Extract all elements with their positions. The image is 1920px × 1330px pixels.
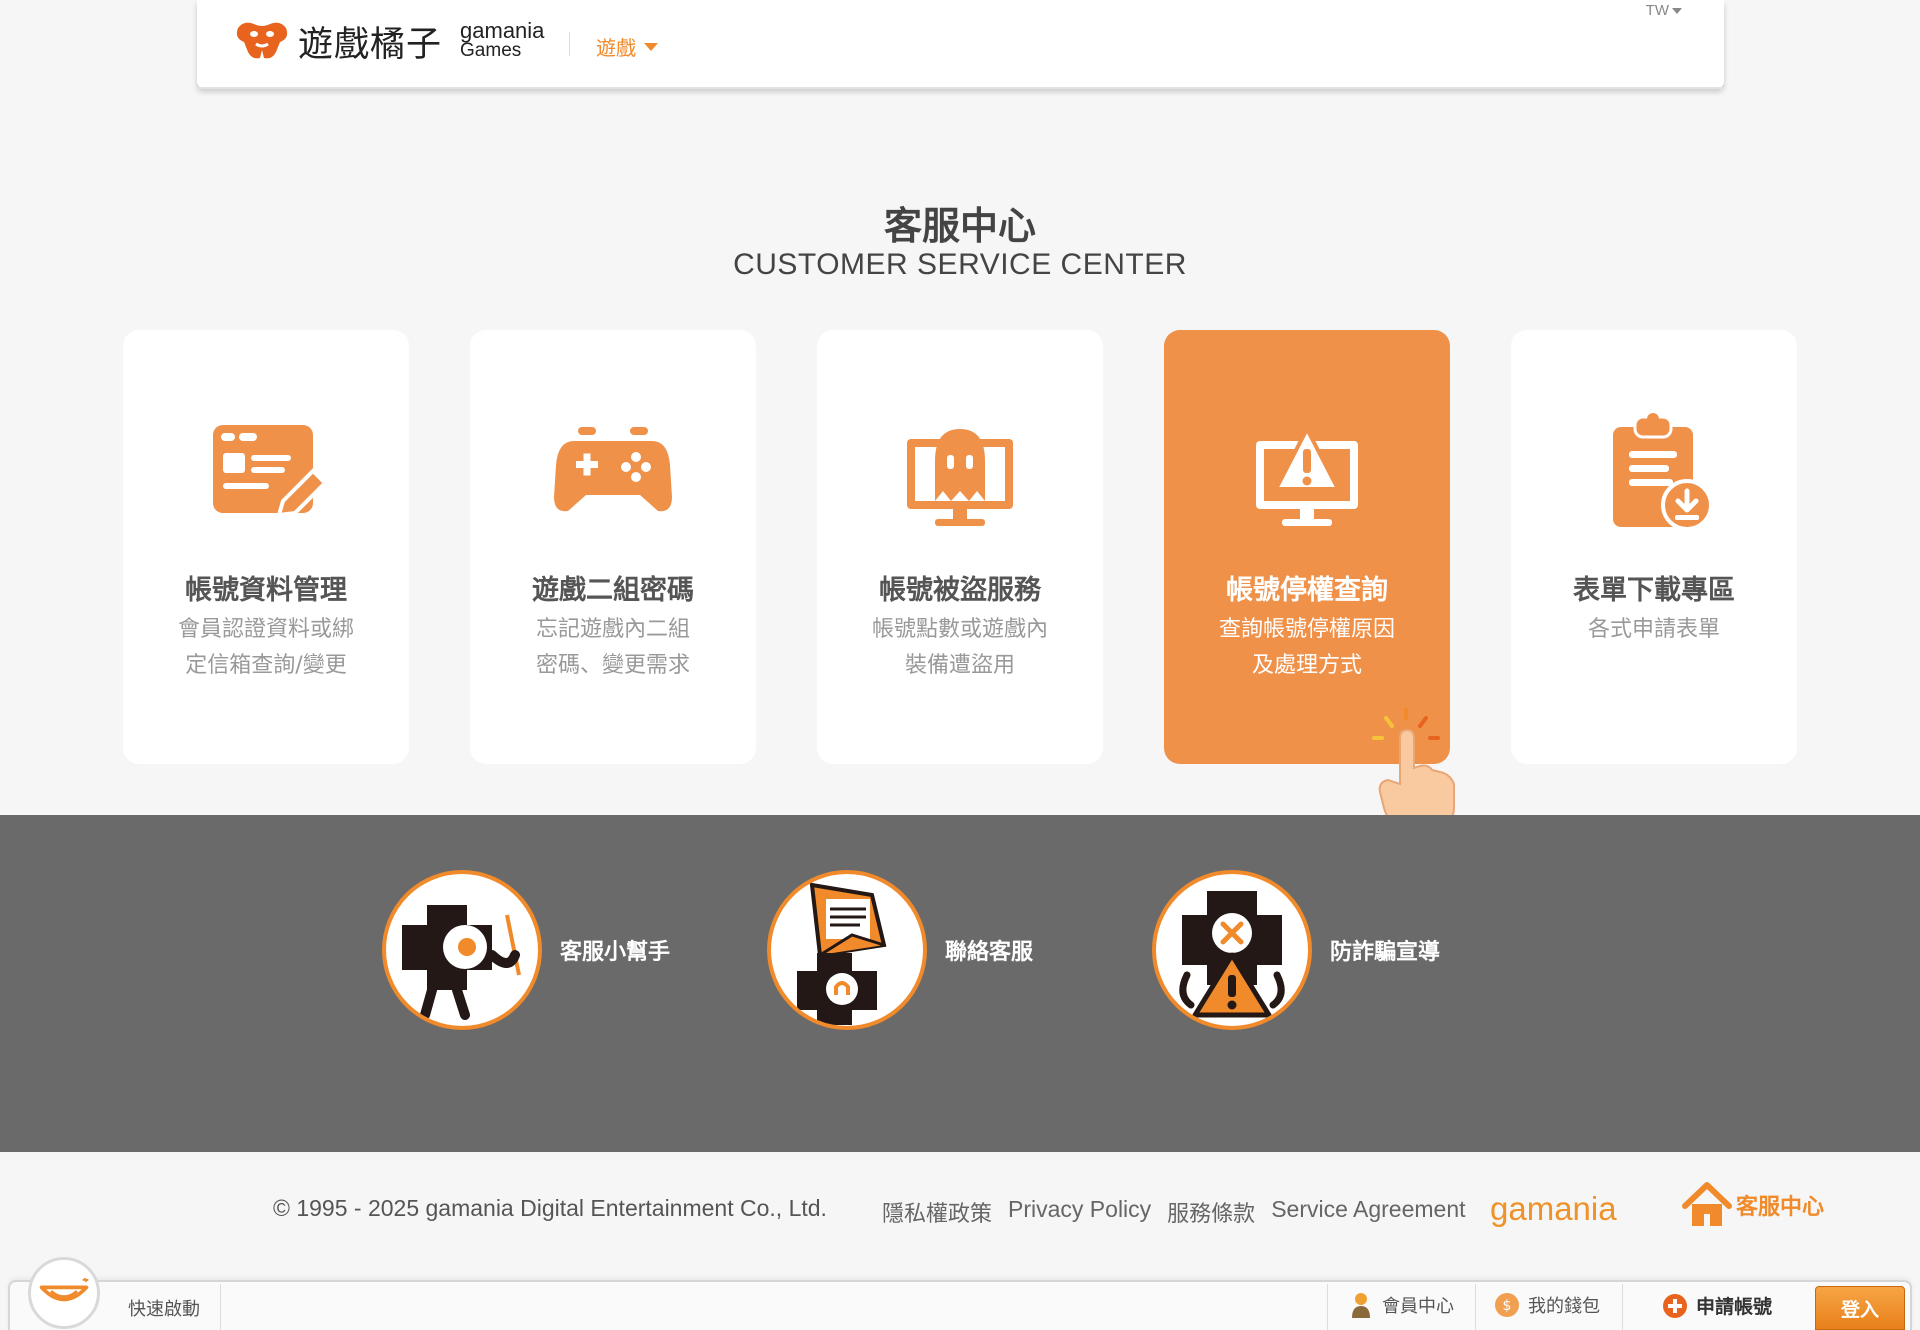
wallet-label: 我的錢包 xyxy=(1528,1296,1600,1317)
card-description: 忘記遊戲內二組 密碼、變更需求 xyxy=(490,612,736,684)
ghost-monitor-icon xyxy=(907,429,1013,526)
card-desc-line: 密碼、變更需求 xyxy=(535,653,690,678)
privacy-policy-en-link[interactable]: Privacy Policy xyxy=(1008,1196,1151,1228)
plus-circle-icon xyxy=(1663,1293,1687,1318)
privacy-policy-cn-link[interactable]: 隱私權政策 xyxy=(882,1196,992,1228)
card-account-management[interactable]: 帳號資料管理 會員認證資料或綁 定信箱查詢/變更 xyxy=(123,330,409,764)
card-desc-line: 會員認證資料或綁 xyxy=(177,617,354,642)
copyright-text: © 1995 - 2025 gamania Digital Entertainm… xyxy=(273,1195,827,1221)
language-selector[interactable]: TW xyxy=(1646,2,1682,19)
apply-account-link[interactable]: 申請帳號 xyxy=(1662,1292,1772,1319)
page-subtitle: CUSTOMER SERVICE CENTER xyxy=(733,248,1187,281)
card-desc-line: 裝備遭盜用 xyxy=(904,653,1015,678)
card-desc-line: 定信箱查詢/變更 xyxy=(185,653,347,678)
orange-mascot-logo-icon xyxy=(236,22,288,59)
home-icon xyxy=(1682,1182,1732,1226)
page-title: 客服中心 xyxy=(883,204,1036,248)
terms-en-link[interactable]: Service Agreement xyxy=(1271,1196,1465,1228)
card-account-stolen[interactable]: 帳號被盜服務 帳號點數或遊戲內 裝備遭盜用 xyxy=(817,330,1103,764)
helper-label: 防詐騙宣導 xyxy=(1330,940,1441,965)
card-desc-line: 各式申請表單 xyxy=(1587,617,1720,642)
alert-monitor-icon xyxy=(1256,427,1358,526)
header-divider xyxy=(569,32,570,56)
card-description: 各式申請表單 xyxy=(1531,612,1777,648)
user-icon xyxy=(1352,1293,1370,1318)
helper-label: 客服小幫手 xyxy=(560,940,671,965)
helper-contact-cs[interactable]: 聯絡客服 xyxy=(767,870,1033,1030)
gamania-brand-link[interactable]: gamania xyxy=(1490,1190,1617,1228)
card-form-downloads[interactable]: 表單下載專區 各式申請表單 xyxy=(1511,330,1797,764)
top-header: 遊戲橘子 gamania Games 遊戲 TW xyxy=(197,0,1724,89)
logo-en-line2: Games xyxy=(460,40,522,61)
helper-anti-fraud[interactable]: 防詐騙宣導 xyxy=(1152,870,1440,1030)
quick-launch-logo[interactable] xyxy=(28,1257,100,1329)
bottom-toolbar xyxy=(8,1280,1912,1330)
mascot-warning-icon xyxy=(1179,891,1285,1018)
coin-icon: $ xyxy=(1495,1293,1519,1317)
logo-english-text: gamania Games xyxy=(460,18,545,61)
card-account-suspension[interactable]: 帳號停權查詢 查詢帳號停權原因 及處理方式 xyxy=(1164,330,1450,764)
card-description: 會員認證資料或綁 定信箱查詢/變更 xyxy=(143,612,389,684)
mascot-pointer-icon xyxy=(402,905,521,1020)
card-game-second-password[interactable]: 遊戲二組密碼 忘記遊戲內二組 密碼、變更需求 xyxy=(470,330,756,764)
card-title: 遊戲二組密碼 xyxy=(532,575,694,606)
toolbar-divider xyxy=(1622,1284,1623,1330)
footer-links: 隱私權政策 Privacy Policy 服務條款 Service Agreem… xyxy=(882,1196,1466,1228)
apply-account-label: 申請帳號 xyxy=(1696,1296,1773,1318)
gamepad-icon xyxy=(554,427,672,512)
clipboard-download-icon xyxy=(1613,413,1713,531)
language-label: TW xyxy=(1645,2,1669,19)
gamania-logo[interactable]: 遊戲橘子 gamania Games xyxy=(234,18,545,65)
card-title: 表單下載專區 xyxy=(1573,575,1735,606)
login-button[interactable]: 登入 xyxy=(1815,1286,1905,1330)
svg-text:$: $ xyxy=(1503,1298,1512,1314)
account-edit-icon xyxy=(213,425,328,518)
card-desc-line: 及處理方式 xyxy=(1251,653,1362,678)
card-desc-line: 帳號點數或遊戲內 xyxy=(871,617,1048,642)
member-center-label: 會員中心 xyxy=(1382,1296,1454,1317)
logo-chinese-text: 遊戲橘子 xyxy=(298,24,443,65)
cs-center-label: 客服中心 xyxy=(1736,1195,1825,1220)
member-center-link[interactable]: 會員中心 xyxy=(1348,1292,1454,1318)
card-desc-line: 忘記遊戲內二組 xyxy=(535,617,690,642)
quick-start-label[interactable]: 快速啟動 xyxy=(128,1295,200,1321)
chevron-down-icon xyxy=(1672,7,1682,14)
toolbar-divider xyxy=(220,1284,221,1330)
games-menu-label: 遊戲 xyxy=(596,36,636,60)
card-title: 帳號被盜服務 xyxy=(879,575,1041,606)
helper-cs-assistant[interactable]: 客服小幫手 xyxy=(382,870,670,1030)
toolbar-divider xyxy=(1327,1284,1328,1330)
mascot-mail-icon xyxy=(797,882,887,1025)
toolbar-divider xyxy=(1475,1284,1476,1330)
orange-slice-icon xyxy=(39,1277,89,1302)
helper-label: 聯絡客服 xyxy=(945,940,1034,965)
logo-en-line1: gamania xyxy=(460,18,545,43)
card-description: 查詢帳號停權原因 及處理方式 xyxy=(1184,612,1430,684)
wallet-link[interactable]: $ 我的錢包 xyxy=(1494,1292,1600,1318)
card-description: 帳號點數或遊戲內 裝備遭盜用 xyxy=(837,612,1083,684)
card-title: 帳號停權查詢 xyxy=(1226,575,1388,606)
chevron-down-icon xyxy=(644,42,658,51)
pointer-hand-icon xyxy=(1372,708,1455,824)
card-desc-line: 查詢帳號停權原因 xyxy=(1218,617,1395,642)
card-title: 帳號資料管理 xyxy=(185,575,347,606)
cs-center-link[interactable]: 客服中心 xyxy=(1682,1182,1824,1228)
games-menu[interactable]: 遊戲 xyxy=(596,32,658,61)
terms-cn-link[interactable]: 服務條款 xyxy=(1167,1196,1255,1228)
